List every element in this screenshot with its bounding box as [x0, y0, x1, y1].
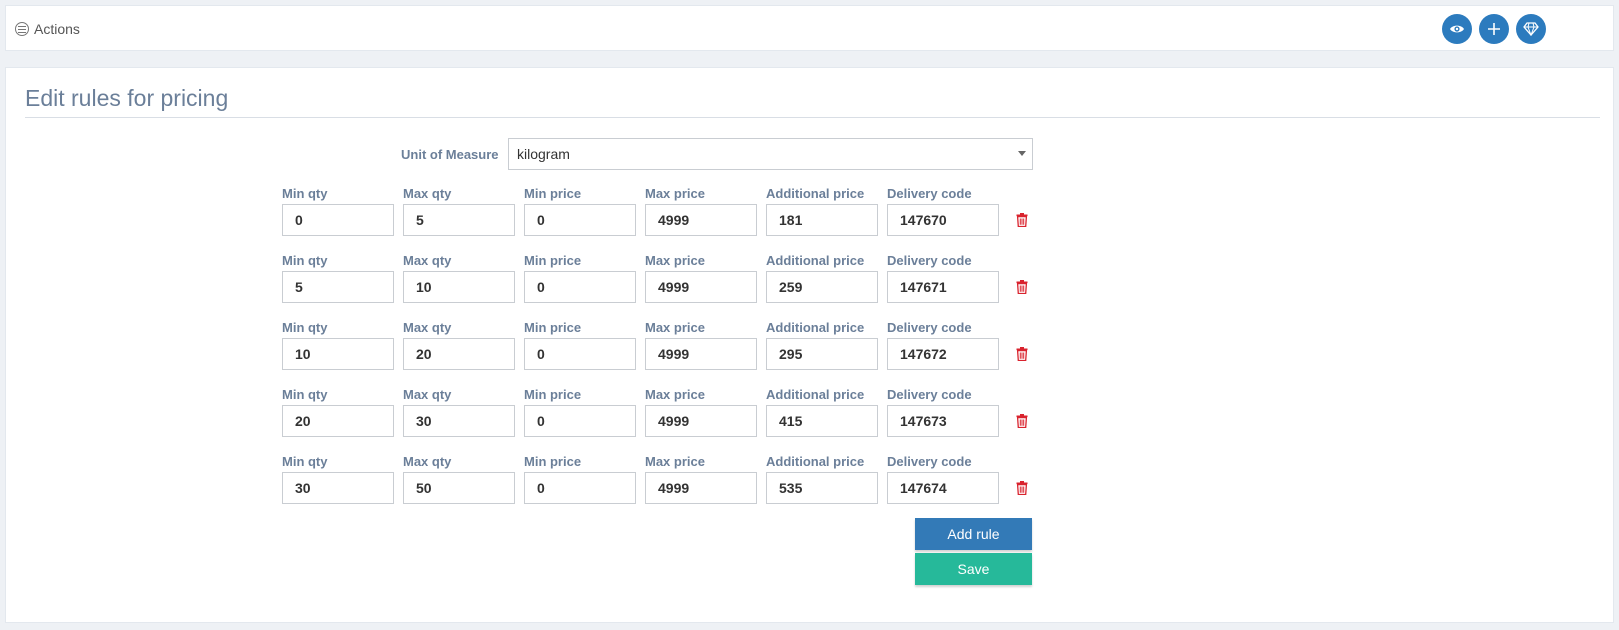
unit-of-measure-value: kilogram	[517, 146, 570, 162]
rule-row: Min qty Max qty Min price Max price Addition…	[6, 253, 1106, 313]
delete-rule-button[interactable]	[1016, 213, 1028, 228]
min-qty-input[interactable]	[282, 271, 394, 303]
rule-row: Min qty Max qty Min price Max price Addition…	[6, 454, 1106, 514]
min-qty-label: Min qty	[282, 186, 328, 201]
additional-price-input[interactable]	[766, 338, 878, 370]
plus-icon	[1488, 23, 1500, 35]
delivery-code-input[interactable]	[887, 405, 999, 437]
delivery-code-input[interactable]	[887, 472, 999, 504]
min-price-label: Min price	[524, 253, 582, 268]
min-price-label: Min price	[524, 387, 582, 402]
diamond-icon	[1523, 22, 1539, 36]
max-price-label: Max price	[645, 186, 705, 201]
actions-bar: Actions	[5, 5, 1614, 51]
unit-of-measure-select[interactable]: kilogram	[508, 138, 1033, 170]
pricing-panel: Edit rules for pricing Unit of Measure k…	[5, 67, 1614, 623]
unit-of-measure-label: Unit of Measure	[401, 147, 499, 162]
min-qty-label: Min qty	[282, 320, 328, 335]
min-price-label: Min price	[524, 320, 582, 335]
max-price-label: Max price	[645, 454, 705, 469]
page-title: Edit rules for pricing	[25, 85, 229, 111]
rule-row: Min qty Max qty Min price Max price Addition…	[6, 387, 1106, 447]
max-qty-label: Max qty	[403, 387, 452, 402]
max-price-input[interactable]	[645, 338, 757, 370]
min-qty-input[interactable]	[282, 338, 394, 370]
min-qty-label: Min qty	[282, 454, 328, 469]
max-qty-input[interactable]	[403, 472, 515, 504]
max-price-input[interactable]	[645, 405, 757, 437]
additional-price-label: Additional price	[766, 454, 865, 469]
premium-button[interactable]	[1516, 14, 1546, 44]
delivery-code-input[interactable]	[887, 204, 999, 236]
max-qty-input[interactable]	[403, 405, 515, 437]
additional-price-label: Additional price	[766, 320, 865, 335]
trash-icon	[1016, 347, 1028, 362]
max-qty-input[interactable]	[403, 338, 515, 370]
min-qty-label: Min qty	[282, 387, 328, 402]
chevron-down-icon	[1018, 151, 1026, 156]
min-qty-label: Min qty	[282, 253, 328, 268]
trash-icon	[1016, 414, 1028, 429]
menu-icon	[15, 22, 29, 36]
actions-menu[interactable]: Actions	[15, 21, 80, 37]
additional-price-label: Additional price	[766, 253, 865, 268]
delivery-code-label: Delivery code	[887, 253, 972, 268]
delivery-code-input[interactable]	[887, 271, 999, 303]
additional-price-input[interactable]	[766, 204, 878, 236]
max-price-input[interactable]	[645, 271, 757, 303]
max-price-label: Max price	[645, 253, 705, 268]
delivery-code-label: Delivery code	[887, 387, 972, 402]
add-rule-button[interactable]: Add rule	[915, 518, 1032, 550]
delete-rule-button[interactable]	[1016, 280, 1028, 295]
additional-price-label: Additional price	[766, 387, 865, 402]
min-price-label: Min price	[524, 454, 582, 469]
max-price-input[interactable]	[645, 472, 757, 504]
trash-icon	[1016, 280, 1028, 295]
max-qty-label: Max qty	[403, 253, 452, 268]
additional-price-input[interactable]	[766, 405, 878, 437]
min-price-input[interactable]	[524, 204, 636, 236]
max-qty-label: Max qty	[403, 454, 452, 469]
additional-price-input[interactable]	[766, 271, 878, 303]
min-price-label: Min price	[524, 186, 582, 201]
max-price-label: Max price	[645, 387, 705, 402]
min-price-input[interactable]	[524, 338, 636, 370]
rule-row: Min qty Max qty Min price Max price Addition…	[6, 186, 1106, 246]
min-price-input[interactable]	[524, 405, 636, 437]
max-qty-input[interactable]	[403, 271, 515, 303]
additional-price-input[interactable]	[766, 472, 878, 504]
delivery-code-label: Delivery code	[887, 320, 972, 335]
min-price-input[interactable]	[524, 271, 636, 303]
max-qty-label: Max qty	[403, 186, 452, 201]
additional-price-label: Additional price	[766, 186, 865, 201]
add-button[interactable]	[1479, 14, 1509, 44]
save-button[interactable]: Save	[915, 553, 1032, 585]
title-divider	[25, 117, 1600, 118]
min-qty-input[interactable]	[282, 204, 394, 236]
delete-rule-button[interactable]	[1016, 347, 1028, 362]
max-price-label: Max price	[645, 320, 705, 335]
max-qty-input[interactable]	[403, 204, 515, 236]
delete-rule-button[interactable]	[1016, 481, 1028, 496]
max-price-input[interactable]	[645, 204, 757, 236]
trash-icon	[1016, 213, 1028, 228]
min-price-input[interactable]	[524, 472, 636, 504]
rule-row: Min qty Max qty Min price Max price Addition…	[6, 320, 1106, 380]
min-qty-input[interactable]	[282, 472, 394, 504]
eye-icon	[1450, 25, 1464, 33]
delivery-code-label: Delivery code	[887, 454, 972, 469]
trash-icon	[1016, 481, 1028, 496]
delivery-code-label: Delivery code	[887, 186, 972, 201]
delivery-code-input[interactable]	[887, 338, 999, 370]
actions-label: Actions	[34, 21, 80, 37]
min-qty-input[interactable]	[282, 405, 394, 437]
max-qty-label: Max qty	[403, 320, 452, 335]
delete-rule-button[interactable]	[1016, 414, 1028, 429]
view-button[interactable]	[1442, 14, 1472, 44]
